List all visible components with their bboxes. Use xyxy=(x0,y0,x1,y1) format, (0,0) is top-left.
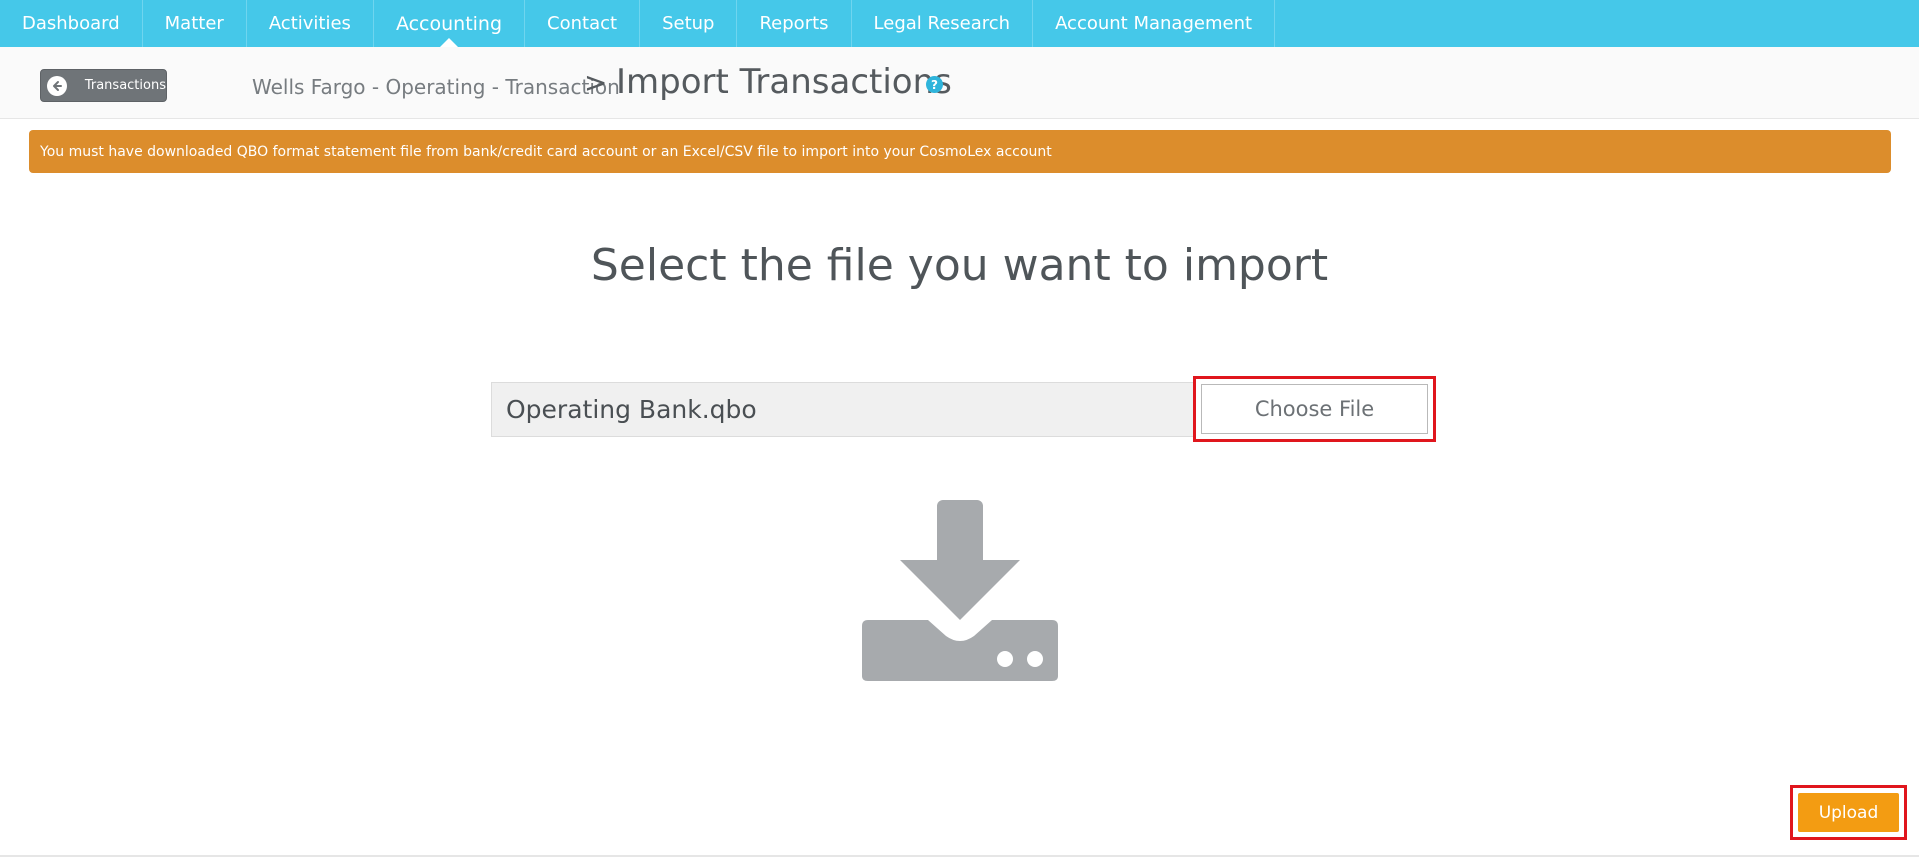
help-icon[interactable]: ? xyxy=(926,76,943,93)
arrow-left-icon xyxy=(47,75,67,96)
download-icon xyxy=(862,500,1058,681)
breadcrumb[interactable]: Wells Fargo - Operating - Transaction xyxy=(252,75,620,99)
selected-file-field[interactable]: Operating Bank.qbo xyxy=(491,382,1194,437)
upload-button[interactable]: Upload xyxy=(1798,793,1899,832)
import-heading: Select the file you want to import xyxy=(590,240,1329,291)
nav-account-management[interactable]: Account Management xyxy=(1033,0,1276,47)
nav-activities[interactable]: Activities xyxy=(247,0,374,47)
nav-legal-research[interactable]: Legal Research xyxy=(852,0,1034,47)
breadcrumb-separator: > xyxy=(584,66,608,99)
alert-text: You must have downloaded QBO format stat… xyxy=(40,143,1052,160)
nav-reports[interactable]: Reports xyxy=(737,0,852,47)
info-alert: You must have downloaded QBO format stat… xyxy=(29,130,1891,173)
choose-file-highlight: Choose File xyxy=(1193,376,1436,442)
back-to-transactions-button[interactable]: Transactions xyxy=(40,69,167,102)
nav-dashboard[interactable]: Dashboard xyxy=(0,0,143,47)
nav-accounting[interactable]: Accounting xyxy=(374,0,526,47)
page-header: Transactions Wells Fargo - Operating - T… xyxy=(0,47,1919,119)
nav-contact[interactable]: Contact xyxy=(525,0,641,47)
back-button-label: Transactions xyxy=(84,78,166,93)
upload-highlight: Upload xyxy=(1790,785,1907,840)
choose-file-button[interactable]: Choose File xyxy=(1201,384,1428,434)
selected-file-name: Operating Bank.qbo xyxy=(506,395,757,424)
nav-setup[interactable]: Setup xyxy=(640,0,738,47)
nav-matter[interactable]: Matter xyxy=(143,0,247,47)
footer-divider xyxy=(0,855,1919,857)
page-title: Import Transactions xyxy=(616,62,952,102)
top-navigation: Dashboard Matter Activities Accounting C… xyxy=(0,0,1919,47)
